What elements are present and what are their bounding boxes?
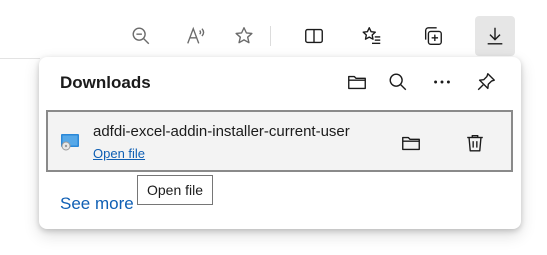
read-aloud-button[interactable]: [176, 16, 216, 56]
address-bar-edge: [0, 58, 40, 59]
browser-window: Downloads adfdi-excel-addin-installer-cu…: [0, 0, 547, 255]
split-screen-icon: [305, 28, 323, 44]
pin-downloads-button[interactable]: [469, 65, 503, 99]
download-icon: [487, 27, 503, 45]
open-file-link[interactable]: Open file: [93, 146, 145, 161]
split-screen-button[interactable]: [294, 16, 334, 56]
collections-icon: [424, 27, 442, 45]
open-downloads-folder-button[interactable]: [340, 65, 374, 99]
open-file-tooltip: Open file: [137, 175, 214, 205]
downloads-title: Downloads: [60, 73, 151, 92]
download-file-name[interactable]: adfdi-excel-addin-installer-current-user: [93, 123, 375, 140]
favorite-button[interactable]: [224, 16, 264, 56]
read-aloud-icon: [187, 26, 205, 44]
star-icon: [235, 27, 253, 44]
zoom-out-button[interactable]: [121, 16, 161, 56]
downloads-panel: Downloads adfdi-excel-addin-installer-cu…: [39, 57, 521, 229]
download-item[interactable]: adfdi-excel-addin-installer-current-user…: [46, 110, 513, 172]
favorites-list-icon: [362, 27, 381, 45]
open-folder-icon: [348, 75, 366, 90]
downloads-button[interactable]: [475, 16, 515, 56]
folder-icon: [402, 136, 420, 151]
search-icon: [389, 73, 407, 91]
toolbar-divider: [270, 26, 271, 46]
search-downloads-button[interactable]: [381, 65, 415, 99]
more-icon: [434, 80, 450, 84]
show-in-folder-button[interactable]: [394, 126, 428, 160]
pin-icon: [477, 73, 495, 91]
see-more-link[interactable]: See more: [60, 194, 134, 214]
trash-icon: [467, 134, 483, 152]
browser-toolbar: [0, 0, 547, 60]
installer-file-icon: [61, 134, 79, 151]
more-options-button[interactable]: [425, 65, 459, 99]
favorites-button[interactable]: [352, 16, 392, 56]
delete-download-button[interactable]: [458, 126, 492, 160]
zoom-out-icon: [132, 27, 150, 45]
collections-button[interactable]: [413, 16, 453, 56]
